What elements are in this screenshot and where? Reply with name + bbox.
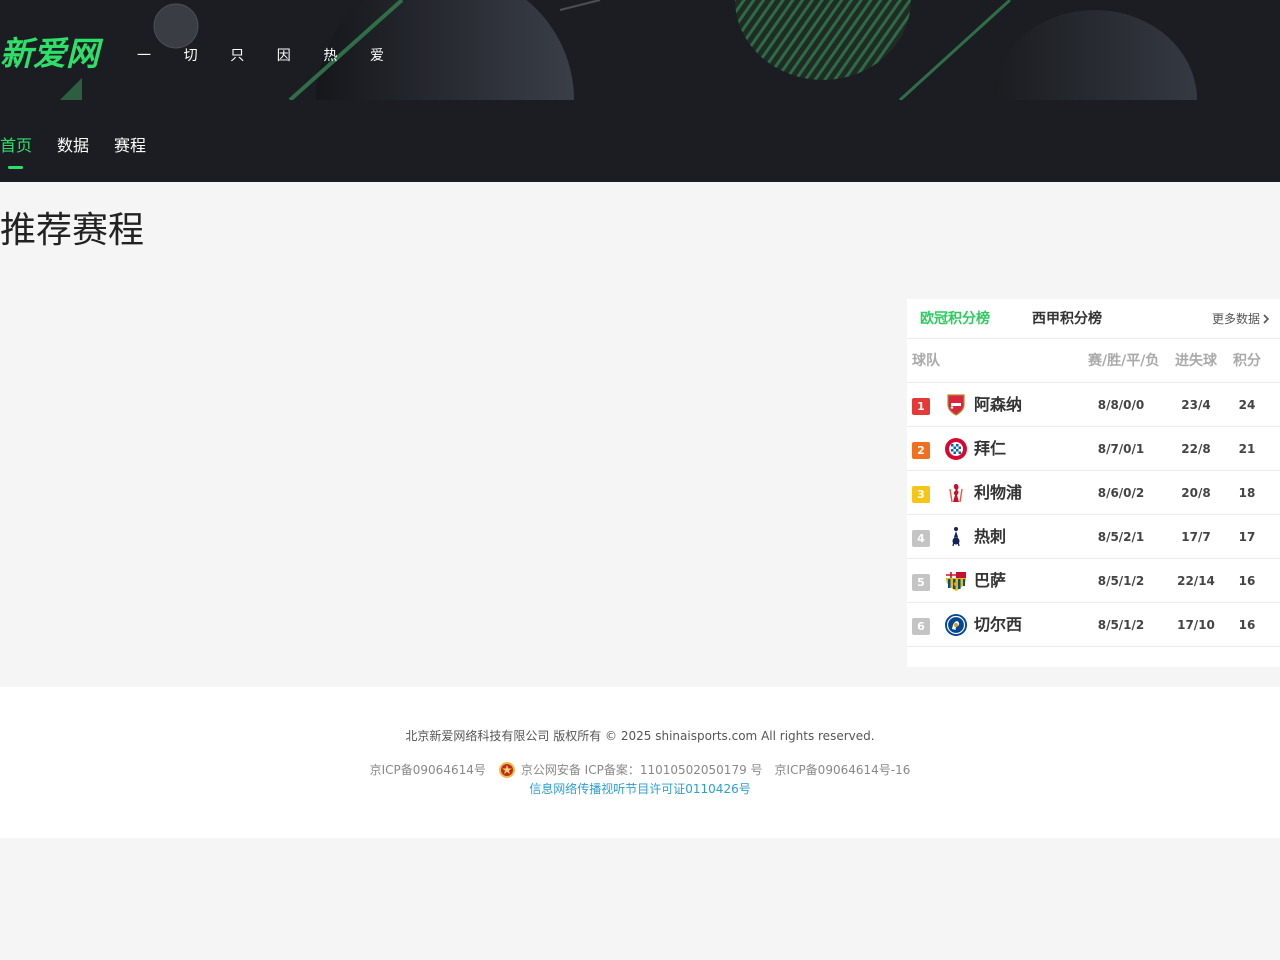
police-record-link[interactable]: 京公网安备 ICP备案：11010502050179 号 [498,761,763,779]
site-header: 新爱网 一 切 只 因 热 爱 首页 数据 赛程 [0,0,1280,182]
chevron-right-icon [1263,314,1270,324]
rank-badge: 5 [912,574,930,591]
team-points: 18 [1238,486,1256,500]
slogan-char: 爱 [369,48,384,64]
team-goals: 20/8 [1181,486,1211,500]
col-team: 球队 [912,353,940,369]
page-title: 推荐赛程 [0,210,145,251]
team-name: 热刺 [974,527,1007,546]
tab-ucl-standings[interactable]: 欧冠积分榜 [920,299,990,339]
slogan-char: 切 [183,48,198,64]
nav-home[interactable]: 首页 [0,134,32,174]
team-points: 16 [1238,618,1256,632]
team-record: 8/5/2/1 [1097,530,1145,544]
table-row[interactable]: 4 热刺 8/5/2/1 17/7 17 [907,515,1280,559]
team-points: 21 [1238,442,1256,456]
team-name: 利物浦 [974,483,1023,502]
more-data-link[interactable]: 更多数据 [1212,299,1270,339]
site-footer: 北京新爱网络科技有限公司 版权所有 © 2025 shinaisports.co… [0,687,1280,838]
team-name: 切尔西 [974,615,1023,634]
icp-record-link[interactable]: 京ICP备09064614号 [370,761,486,779]
table-row[interactable]: 2 拜仁 8/7/0/1 22/8 21 [907,427,1280,471]
standings-tabs: 欧冠积分榜 西甲积分榜 更多数据 [907,299,1280,339]
nav-schedule[interactable]: 赛程 [114,134,146,174]
team-name: 巴萨 [974,571,1007,590]
table-row[interactable]: 5 巴萨 8/5/1/2 22/14 16 [907,559,1280,603]
site-logo[interactable]: 新爱网 [0,32,99,76]
table-row[interactable]: 1 阿森纳 8/8/0/0 23/4 24 [907,383,1280,427]
bayern-crest-icon [944,437,968,461]
slogan: 一 切 只 因 热 爱 [137,46,417,66]
col-points: 积分 [1233,353,1261,369]
rank-badge: 4 [912,530,930,547]
team-record: 8/6/0/2 [1097,486,1145,500]
rank-badge: 1 [912,398,930,415]
table-row[interactable]: 3 利物浦 8/6/0/2 20/8 18 [907,471,1280,515]
chelsea-crest-icon [944,613,968,637]
liverpool-crest-icon [944,481,968,505]
tottenham-crest-icon [944,525,968,549]
standings-table-header: 球队 赛/胜/平/负 进失球 积分 [907,339,1280,383]
team-goals: 17/7 [1181,530,1211,544]
main-nav: 首页 数据 赛程 [0,134,171,174]
slogan-char: 热 [323,48,338,64]
team-goals: 23/4 [1181,398,1211,412]
more-data-label: 更多数据 [1211,312,1260,326]
slogan-char: 只 [230,48,245,64]
nav-data[interactable]: 数据 [57,134,89,174]
slogan-char: 因 [276,48,291,64]
table-row[interactable]: 6 切尔西 8/5/1/2 17/10 16 [907,603,1280,647]
team-record: 8/7/0/1 [1097,442,1145,456]
rank-badge: 3 [912,486,930,503]
team-points: 24 [1238,398,1256,412]
team-goals: 22/8 [1181,442,1211,456]
col-record: 赛/胜/平/负 [1088,353,1160,369]
barcelona-crest-icon [944,569,968,593]
icp-record-link-2[interactable]: 京ICP备09064614号-16 [775,761,911,779]
team-goals: 22/14 [1177,574,1215,588]
team-name: 阿森纳 [974,395,1023,414]
team-points: 17 [1238,530,1256,544]
arsenal-crest-icon [944,393,968,417]
team-record: 8/5/1/2 [1097,574,1145,588]
copyright-text: 北京新爱网络科技有限公司 版权所有 © 2025 shinaisports.co… [405,729,875,743]
col-goals: 进失球 [1175,353,1217,369]
team-points: 16 [1238,574,1256,588]
av-license-link[interactable]: 信息网络传播视听节目许可证0110426号 [0,780,1280,798]
team-name: 拜仁 [974,439,1007,458]
rank-badge: 2 [912,442,930,459]
team-goals: 17/10 [1177,618,1215,632]
slogan-char: 一 [137,48,151,64]
team-record: 8/5/1/2 [1097,618,1145,632]
police-record-text: 京公网安备 ICP备案：11010502050179 号 [520,763,763,777]
icp-records: 京ICP备09064614号 京公网安备 ICP备案：1101050205017… [0,761,1280,779]
standings-panel: 欧冠积分榜 西甲积分榜 更多数据 球队 赛/胜/平/负 进失球 积分 1 阿森纳… [907,299,1280,667]
police-badge-icon [498,762,515,778]
tab-laliga-standings[interactable]: 西甲积分榜 [1032,299,1102,339]
rank-badge: 6 [912,618,930,635]
team-record: 8/8/0/0 [1097,398,1145,412]
